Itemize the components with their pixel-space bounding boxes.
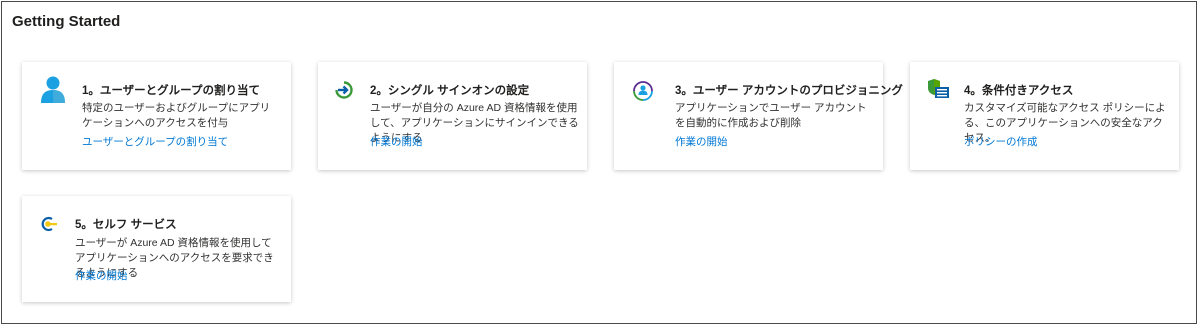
card-assign-users: 1。ユーザーとグループの割り当て 特定のユーザーおよびグループにアプリケーション… (22, 62, 291, 170)
card-title: 5。セルフ サービス (75, 219, 177, 231)
sso-get-started-link[interactable]: 作業の開始 (370, 134, 423, 149)
self-service-icon (38, 214, 58, 239)
sign-in-arrow-icon (335, 81, 353, 104)
provisioning-sync-icon (632, 80, 654, 107)
card-user-provisioning: 3。ユーザー アカウントのプロビジョニング アプリケーションでユーザー アカウン… (614, 62, 903, 170)
assign-users-link[interactable]: ユーザーとグループの割り当て (82, 134, 228, 149)
card-single-sign-on: 2。シングル サインオンの設定 ユーザーが自分の Azure AD 資格情報を使… (318, 62, 587, 170)
card-title: 2。シングル サインオンの設定 (370, 85, 530, 97)
provisioning-get-started-link[interactable]: 作業の開始 (675, 134, 728, 149)
card-title: 4。条件付きアクセス (964, 85, 1074, 97)
card-title: 3。ユーザー アカウントのプロビジョニング (675, 85, 903, 97)
getting-started-panel: Getting Started 1。ユーザーとグループの割り当て 特定のユーザー… (1, 1, 1197, 324)
create-policy-link[interactable]: ポリシーの作成 (964, 134, 1038, 149)
card-description: アプリケーションでユーザー アカウントを自動的に作成および削除 (675, 102, 867, 129)
page-title: Getting Started (12, 13, 121, 30)
card-description: 特定のユーザーおよびグループにアプリケーションへのアクセスを付与 (82, 102, 271, 129)
shield-list-icon (926, 78, 950, 105)
card-title: 1。ユーザーとグループの割り当て (82, 85, 260, 97)
card-conditional-access: 4。条件付きアクセス カスタマイズ可能なアクセス ポリシーによる、このアプリケー… (910, 62, 1179, 170)
card-self-service: 5。セルフ サービス ユーザーが Azure AD 資格情報を使用してアプリケー… (22, 196, 291, 302)
self-service-get-started-link[interactable]: 作業の開始 (75, 268, 128, 283)
user-icon (40, 75, 66, 108)
